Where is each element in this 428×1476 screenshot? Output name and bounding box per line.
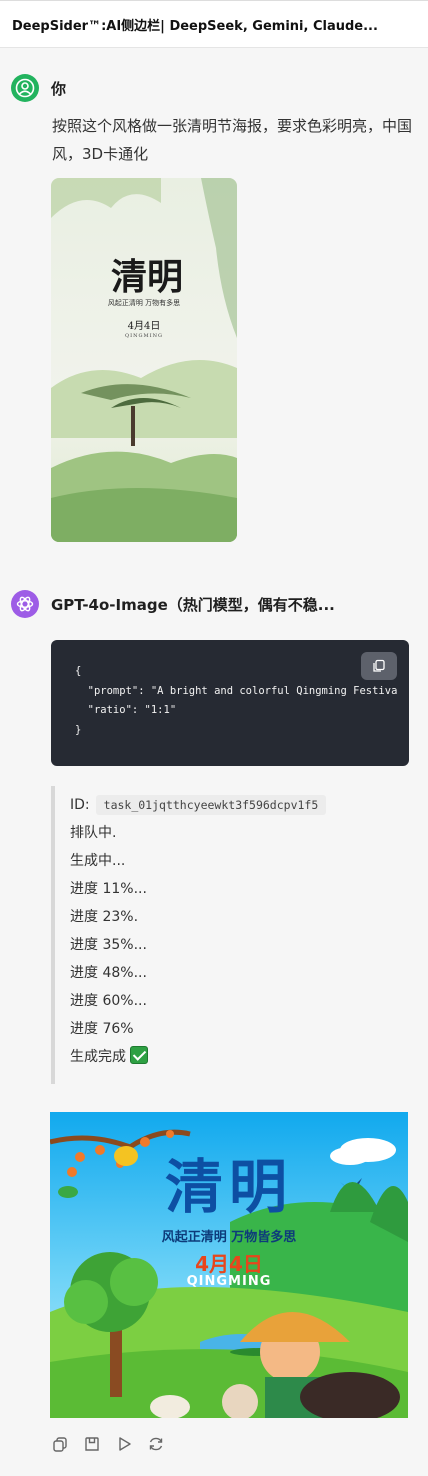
user-avatar-icon [11, 74, 39, 102]
regenerate-icon [149, 1437, 163, 1451]
poster-romanization: QINGMING [186, 1274, 272, 1289]
status-line: 进度 23%. [70, 909, 139, 925]
code-content: { "prompt": "A bright and colorful Qingm… [75, 662, 397, 740]
reference-date: 4月4日 [127, 321, 161, 332]
code-line: "prompt": "A bright and colorful Qingmin… [75, 684, 398, 697]
task-id-label: ID: [70, 797, 90, 813]
user-message-header: 你 [11, 74, 66, 102]
generated-poster-image[interactable]: 清明 风起正清明 万物皆多思 4月4日 QINGMING [50, 1112, 408, 1418]
openai-logo-icon [11, 590, 39, 618]
reference-image[interactable]: 清明 风起正清明 万物有多思 4月4日 QINGMING [51, 178, 237, 542]
status-line: 生成中... [70, 853, 126, 869]
play-icon [119, 1437, 131, 1451]
status-line: 进度 11%... [70, 881, 147, 897]
reference-romanization: QINGMING [125, 333, 163, 339]
save-button[interactable] [82, 1434, 102, 1454]
status-done-text: 生成完成 [70, 1049, 126, 1065]
reference-subtitle: 风起正清明 万物有多思 [107, 299, 181, 307]
status-line: 进度 60%... [70, 993, 147, 1009]
model-name: GPT-4o-Image（热门模型，偶有不稳... [51, 595, 335, 614]
app-header: DeepSider™:AI侧边栏| DeepSeek, Gemini, Clau… [0, 0, 428, 48]
code-line: "ratio": "1:1" [75, 704, 177, 716]
code-line: { [75, 665, 82, 677]
play-button[interactable] [114, 1434, 134, 1454]
status-line: 进度 35%... [70, 937, 147, 953]
user-message-text: 按照这个风格做一张清明节海报，要求色彩明亮，中国风，3D卡通化 [52, 117, 413, 163]
code-block: { "prompt": "A bright and colorful Qingm… [51, 640, 409, 766]
reference-title: 清明 [110, 256, 183, 298]
copy-code-button[interactable] [361, 652, 397, 680]
code-line: } [75, 723, 82, 736]
app-title: DeepSider™:AI侧边栏| DeepSeek, Gemini, Clau… [12, 18, 378, 34]
message-actions [50, 1434, 166, 1454]
task-id-row: ID: task_01jqtthcyeewkt3f596dcpv1f5 [70, 791, 351, 819]
copy-button[interactable] [50, 1434, 70, 1454]
task-status-block: ID: task_01jqtthcyeewkt3f596dcpv1f5 排队中.… [51, 786, 351, 1084]
regenerate-button[interactable] [146, 1434, 166, 1454]
status-line: 进度 76% [70, 1021, 134, 1037]
status-line: 进度 48%... [70, 965, 147, 981]
copy-icon [373, 659, 385, 672]
poster-date: 4月4日 [195, 1252, 263, 1276]
check-icon [130, 1046, 148, 1064]
status-line: 排队中. [70, 825, 117, 841]
status-done-line: 生成完成 [70, 1043, 351, 1071]
task-id: task_01jqtthcyeewkt3f596dcpv1f5 [95, 795, 327, 815]
save-icon [85, 1437, 99, 1451]
copy-icon [53, 1437, 67, 1452]
bot-message-header: GPT-4o-Image（热门模型，偶有不稳... [11, 590, 335, 618]
poster-subtitle: 风起正清明 万物皆多思 [161, 1230, 297, 1245]
user-name: 你 [51, 79, 67, 98]
poster-title: 清明 [164, 1153, 293, 1221]
